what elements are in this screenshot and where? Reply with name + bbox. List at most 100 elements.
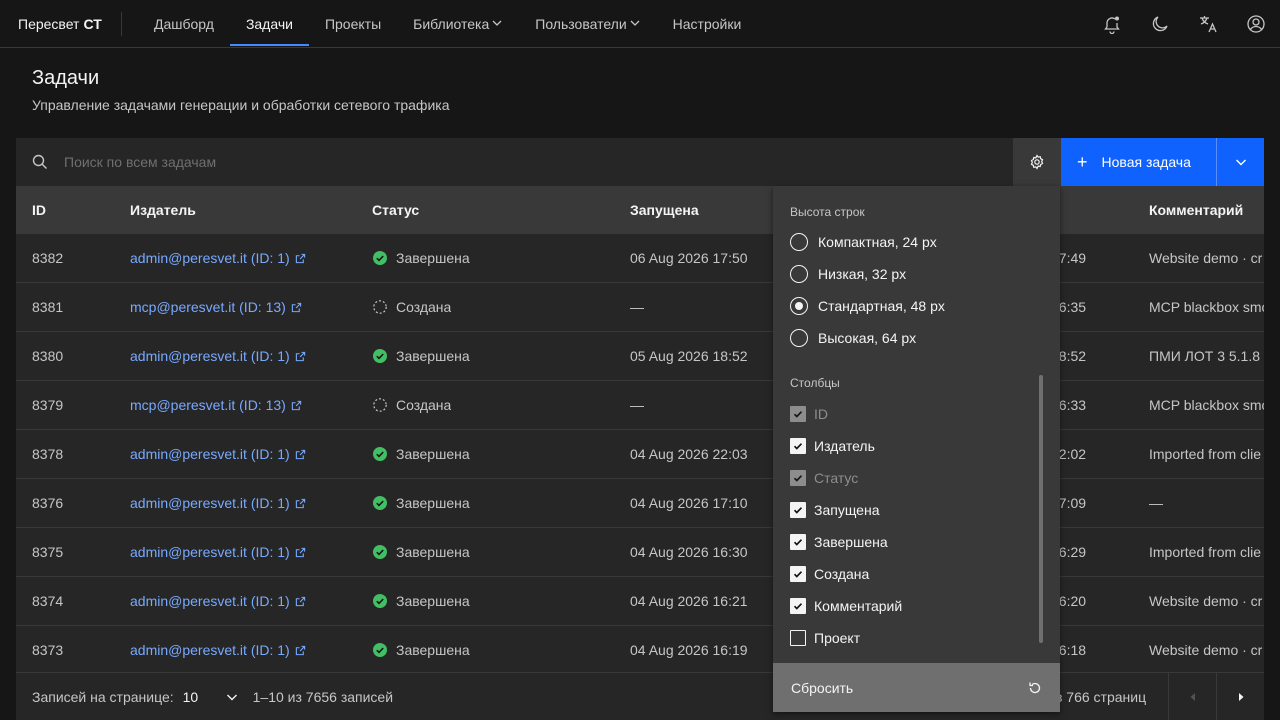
row-height-option[interactable]: Компактная, 24 px	[790, 233, 937, 251]
publisher-text: admin@peresvet.it (ID: 1)	[130, 544, 290, 560]
prev-page-button[interactable]	[1168, 673, 1216, 720]
column-header-publisher[interactable]: Издатель	[130, 202, 196, 218]
publisher-link[interactable]: mcp@peresvet.it (ID: 13)	[130, 397, 302, 413]
cell-status: Завершена	[372, 642, 470, 658]
row-height-option[interactable]: Низкая, 32 px	[790, 265, 906, 283]
dashed-circle-icon	[372, 397, 388, 413]
cell-started: 04 Aug 2026 22:03	[630, 446, 748, 462]
popover-scrollbar[interactable]	[1039, 375, 1043, 643]
nav-item-label: Пользователи	[535, 15, 627, 32]
language-button[interactable]	[1184, 0, 1232, 48]
main-nav: Дашборд Задачи Проекты Библиотека Пользовате…	[138, 0, 757, 48]
external-link-icon	[290, 547, 306, 558]
table-row[interactable]: 8379 mcp@peresvet.it (ID: 13) Создана —06:3…	[16, 381, 1264, 430]
columns-label: Столбцы	[790, 376, 840, 390]
publisher-link[interactable]: admin@peresvet.it (ID: 1)	[130, 250, 306, 266]
page-title: Задачи	[32, 67, 100, 89]
column-toggle-label: Издатель	[814, 438, 875, 454]
publisher-text: mcp@peresvet.it (ID: 13)	[130, 299, 286, 315]
checkbox[interactable]	[790, 598, 806, 614]
cell-comment: Website demo · cr	[1149, 642, 1263, 658]
checkbox[interactable]	[790, 566, 806, 582]
next-page-button[interactable]	[1216, 673, 1264, 720]
publisher-text: admin@peresvet.it (ID: 1)	[130, 446, 290, 462]
brand-logo[interactable]: Пересвет СТ	[0, 11, 122, 36]
publisher-link[interactable]: admin@peresvet.it (ID: 1)	[130, 642, 306, 658]
column-header-started[interactable]: Запущена	[630, 202, 699, 218]
plus-icon: +	[1077, 152, 1088, 172]
search-input[interactable]	[64, 154, 664, 170]
theme-toggle-button[interactable]	[1136, 0, 1184, 48]
publisher-link[interactable]: admin@peresvet.it (ID: 1)	[130, 348, 306, 364]
notifications-button[interactable]	[1088, 0, 1136, 48]
cell-comment: —	[1149, 495, 1163, 511]
table-row[interactable]: 8376 admin@peresvet.it (ID: 1) Завершена 04…	[16, 479, 1264, 528]
table-row[interactable]: 8381 mcp@peresvet.it (ID: 13) Создана —06:3…	[16, 283, 1264, 332]
cell-id: 8381	[32, 299, 64, 315]
user-menu-button[interactable]	[1232, 0, 1280, 48]
publisher-text: admin@peresvet.it (ID: 1)	[130, 250, 290, 266]
column-toggle[interactable]: Проект	[790, 630, 860, 646]
cell-status: Завершена	[372, 544, 470, 560]
nav-item-0[interactable]: Дашборд	[138, 0, 230, 48]
column-header-status[interactable]: Статус	[372, 202, 419, 218]
new-task-button[interactable]: + Новая задача	[1061, 138, 1216, 186]
table-row[interactable]: 8380 admin@peresvet.it (ID: 1) Завершена 05…	[16, 332, 1264, 381]
table-row[interactable]: 8378 admin@peresvet.it (ID: 1) Завершена 04…	[16, 430, 1264, 479]
column-header-id[interactable]: ID	[32, 202, 46, 218]
table-settings-popover: Высота строк Компактная, 24 px Низкая, 32…	[773, 186, 1060, 712]
nav-item-4[interactable]: Пользователи	[519, 0, 656, 48]
publisher-text: admin@peresvet.it (ID: 1)	[130, 348, 290, 364]
publisher-text: admin@peresvet.it (ID: 1)	[130, 495, 290, 511]
table-row[interactable]: 8382 admin@peresvet.it (ID: 1) Завершена 06…	[16, 234, 1264, 283]
radio-button[interactable]	[790, 233, 808, 251]
new-task-menu-button[interactable]	[1216, 138, 1264, 186]
publisher-link[interactable]: admin@peresvet.it (ID: 1)	[130, 446, 306, 462]
publisher-link[interactable]: mcp@peresvet.it (ID: 13)	[130, 299, 302, 315]
checkbox[interactable]	[790, 502, 806, 518]
row-height-option[interactable]: Высокая, 64 px	[790, 329, 916, 347]
column-toggle-label: Комментарий	[814, 598, 903, 614]
checkbox[interactable]	[790, 534, 806, 550]
table-row[interactable]: 8374 admin@peresvet.it (ID: 1) Завершена 04…	[16, 577, 1264, 626]
column-toggle[interactable]: Комментарий	[790, 598, 902, 614]
table-body: 8382 admin@peresvet.it (ID: 1) Завершена 06…	[16, 234, 1264, 672]
checkbox[interactable]	[790, 438, 806, 454]
publisher-link[interactable]: admin@peresvet.it (ID: 1)	[130, 495, 306, 511]
table-row[interactable]: 8373 admin@peresvet.it (ID: 1) Завершена 04…	[16, 626, 1264, 672]
column-toggle: Статус	[790, 470, 858, 486]
table-header: ID Издатель Статус Запущена Комментарий	[16, 186, 1264, 234]
table-settings-button[interactable]	[1013, 138, 1061, 186]
cell-comment: Imported from clie	[1149, 544, 1262, 560]
chevron-down-icon	[226, 694, 237, 700]
reset-button[interactable]: Сбросить	[773, 663, 1060, 712]
check-circle-icon	[372, 495, 388, 511]
column-toggle[interactable]: Издатель	[790, 438, 875, 454]
column-header-comment[interactable]: Комментарий	[1149, 202, 1264, 218]
cell-id: 8376	[32, 495, 64, 511]
column-toggle[interactable]: Запущена	[790, 502, 880, 518]
checkbox[interactable]	[790, 630, 806, 646]
radio-button[interactable]	[790, 329, 808, 347]
status-text: Создана	[396, 397, 452, 413]
check-circle-icon	[372, 593, 388, 609]
cell-id: 8373	[32, 642, 64, 658]
external-link-icon	[290, 498, 306, 509]
nav-item-5[interactable]: Настройки	[657, 0, 758, 48]
nav-item-2[interactable]: Проекты	[309, 0, 397, 48]
cell-started: 04 Aug 2026 16:19	[630, 642, 748, 658]
publisher-link[interactable]: admin@peresvet.it (ID: 1)	[130, 544, 306, 560]
column-toggle[interactable]: Создана	[790, 566, 869, 582]
status-text: Завершена	[396, 250, 470, 266]
column-toggle[interactable]: Завершена	[790, 534, 888, 550]
publisher-link[interactable]: admin@peresvet.it (ID: 1)	[130, 593, 306, 609]
radio-button[interactable]	[790, 297, 808, 315]
per-page-select[interactable]: 10	[183, 689, 239, 705]
radio-button[interactable]	[790, 265, 808, 283]
cell-comment: ПМИ ЛОТ 3 5.1.8 ·	[1149, 348, 1264, 364]
nav-item-3[interactable]: Библиотека	[397, 0, 519, 48]
table-row[interactable]: 8375 admin@peresvet.it (ID: 1) Завершена 04…	[16, 528, 1264, 577]
nav-item-1[interactable]: Задачи	[229, 0, 309, 48]
reset-label: Сбросить	[791, 679, 854, 696]
row-height-option[interactable]: Стандартная, 48 px	[790, 297, 945, 315]
